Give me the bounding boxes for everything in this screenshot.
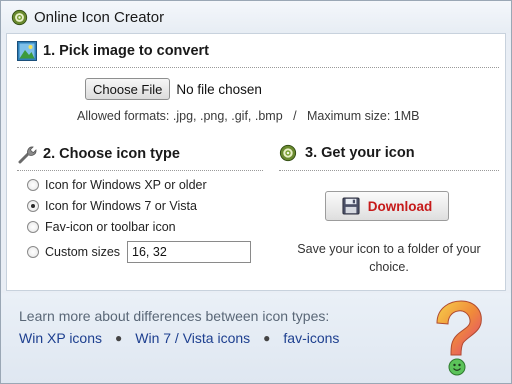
floppy-disk-icon [342,197,360,215]
section-title: 1. Pick image to convert [43,43,210,59]
section-icon-type: 2. Choose icon type [17,144,180,164]
file-status: No file chosen [176,81,262,97]
section-title: 2. Choose icon type [43,146,180,162]
picture-icon [17,41,37,61]
bullet-separator: ● [115,331,123,345]
radio-option-favicon[interactable]: Fav-icon or toolbar icon [27,220,176,234]
radio-button[interactable] [27,221,39,233]
radio-option-custom[interactable]: Custom sizes [27,241,252,263]
link-win7-vista-icons[interactable]: Win 7 / Vista icons [135,330,250,346]
choose-file-button[interactable]: Choose File [85,78,171,100]
save-instructions: Save your icon to a folder of your choic… [297,242,481,274]
radio-label: Icon for Windows 7 or Vista [45,199,197,213]
title-bar: Online Icon Creator [1,1,511,33]
allowed-formats-text: Allowed formats: .jpg, .png, .gif, .bmp … [77,109,420,123]
main-panel: 1. Pick image to convert Choose File No … [6,33,506,291]
footer: Learn more about differences between ico… [1,293,511,383]
custom-sizes-input[interactable] [127,241,252,263]
window-title: Online Icon Creator [34,8,165,26]
section-pick-image: 1. Pick image to convert [17,41,209,61]
divider [17,67,499,68]
download-label: Download [367,198,433,214]
radio-button-selected[interactable] [27,200,39,212]
divider [279,170,499,171]
bullet-separator: ● [263,331,271,345]
radio-label: Custom sizes [45,245,121,259]
radio-option-xp[interactable]: Icon for Windows XP or older [27,178,207,192]
question-mark-icon [436,300,482,376]
section-title: 3. Get your icon [305,145,415,161]
radio-option-win7[interactable]: Icon for Windows 7 or Vista [27,199,197,213]
radio-button[interactable] [27,246,39,258]
radio-label: Icon for Windows XP or older [45,178,207,192]
link-fav-icons[interactable]: fav-icons [283,330,339,346]
icon-type-links: Win XP icons ● Win 7 / Vista icons ● fav… [19,330,339,346]
learn-more-text: Learn more about differences between ico… [19,308,330,324]
radio-button[interactable] [27,179,39,191]
download-button[interactable]: Download [325,191,449,221]
wrench-icon [18,146,37,164]
app-window: Online Icon Creator 1. Pick image to con… [0,0,512,384]
file-picker: Choose File No file chosen [85,78,262,100]
divider [17,170,263,171]
link-win-xp-icons[interactable]: Win XP icons [19,330,102,346]
ring-icon [11,9,28,25]
radio-label: Fav-icon or toolbar icon [45,220,176,234]
ring-icon [279,144,297,162]
section-get-icon: 3. Get your icon [279,144,415,162]
